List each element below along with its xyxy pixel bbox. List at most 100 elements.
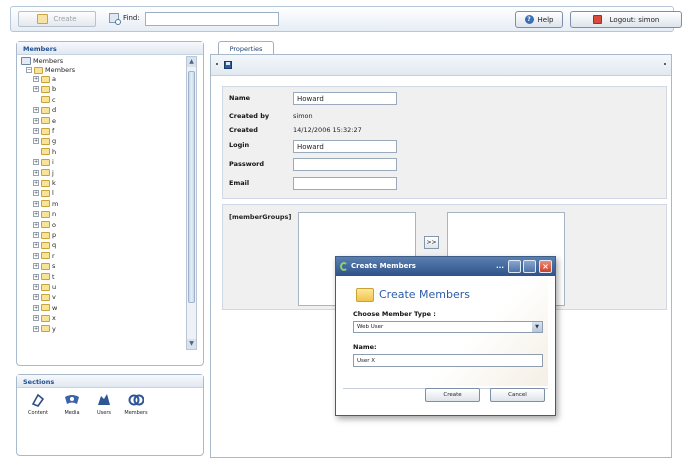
member-name-input[interactable]: User X bbox=[353, 354, 543, 367]
folder-icon bbox=[41, 252, 50, 260]
section-members[interactable]: Members bbox=[121, 393, 151, 416]
create-button[interactable]: Create bbox=[18, 11, 96, 27]
scroll-up-arrow-icon[interactable]: ▲ bbox=[187, 57, 196, 67]
expand-icon[interactable]: + bbox=[33, 252, 39, 259]
expand-icon[interactable]: + bbox=[33, 200, 39, 207]
tree-node-members[interactable]: − Members bbox=[26, 66, 75, 74]
expand-icon[interactable]: + bbox=[33, 232, 39, 238]
member-type-value: Web User bbox=[357, 324, 384, 330]
tree-item-d[interactable]: + d bbox=[33, 106, 56, 114]
tree-item-c[interactable]: c bbox=[33, 96, 56, 104]
tree-item-f[interactable]: + f bbox=[33, 127, 54, 135]
find-input[interactable] bbox=[145, 12, 279, 26]
expand-icon[interactable]: + bbox=[33, 107, 39, 114]
expand-icon[interactable]: + bbox=[33, 221, 39, 228]
tree-item-h[interactable]: h bbox=[33, 148, 56, 156]
tree-item-p[interactable]: + p bbox=[33, 231, 56, 239]
scroll-thumb[interactable] bbox=[188, 71, 195, 303]
tree-item-n[interactable]: + n bbox=[33, 210, 56, 218]
tree-item-a[interactable]: + a bbox=[33, 75, 56, 83]
expand-icon[interactable]: + bbox=[33, 76, 39, 82]
folder-icon bbox=[41, 200, 50, 208]
tree-item-m[interactable]: + m bbox=[33, 200, 58, 208]
expand-icon[interactable]: + bbox=[33, 138, 39, 145]
folder-icon bbox=[41, 273, 50, 281]
tree-item-label: a bbox=[52, 75, 56, 83]
expand-icon[interactable]: + bbox=[33, 263, 39, 270]
move-group-button[interactable]: >> bbox=[424, 236, 439, 249]
minimize-icon[interactable] bbox=[508, 260, 521, 273]
find-label-group: Find: bbox=[109, 13, 140, 25]
chevron-down-icon[interactable]: ▼ bbox=[532, 322, 542, 332]
search-icon bbox=[109, 13, 121, 25]
expand-icon[interactable]: + bbox=[33, 159, 39, 166]
tree-item-i[interactable]: + i bbox=[33, 158, 54, 166]
tree-item-g[interactable]: + g bbox=[33, 137, 56, 145]
expand-icon[interactable]: + bbox=[33, 273, 39, 280]
tree-root[interactable]: Members bbox=[21, 57, 63, 65]
expand-icon[interactable]: + bbox=[33, 86, 39, 93]
name-field[interactable]: Howard bbox=[293, 92, 397, 105]
created-value: 14/12/2006 15:32:27 bbox=[293, 126, 362, 134]
tree-item-k[interactable]: + k bbox=[33, 179, 56, 187]
folder-icon bbox=[41, 96, 50, 104]
email-field[interactable] bbox=[293, 177, 397, 190]
tree-item-e[interactable]: + e bbox=[33, 117, 56, 125]
tree-item-y[interactable]: + y bbox=[33, 325, 56, 333]
login-field[interactable]: Howard bbox=[293, 140, 397, 153]
tree-scrollbar[interactable]: ▲ ▼ bbox=[186, 56, 197, 350]
create-button-dialog[interactable]: Create bbox=[425, 388, 480, 402]
tree-root-label: Members bbox=[33, 57, 64, 65]
tree-item-r[interactable]: + r bbox=[33, 252, 55, 260]
expand-icon[interactable]: + bbox=[33, 304, 39, 311]
tree-item-o[interactable]: + o bbox=[33, 221, 56, 229]
maximize-icon[interactable] bbox=[523, 260, 536, 273]
expand-icon[interactable]: + bbox=[33, 128, 39, 134]
tree-item-u[interactable]: + u bbox=[33, 283, 56, 291]
tree-item-v[interactable]: + v bbox=[33, 293, 56, 301]
member-type-select[interactable]: Web User ▼ bbox=[353, 321, 543, 333]
tree-item-j[interactable]: + j bbox=[33, 169, 54, 177]
tree-item-w[interactable]: + w bbox=[33, 304, 57, 312]
tree-item-label: u bbox=[52, 283, 57, 291]
expand-icon[interactable]: + bbox=[33, 190, 39, 197]
expand-icon[interactable]: + bbox=[33, 294, 39, 301]
tree-item-x[interactable]: + x bbox=[33, 314, 56, 322]
expand-icon[interactable]: + bbox=[33, 180, 39, 186]
close-icon[interactable]: × bbox=[539, 260, 552, 273]
dialog-titlebar[interactable]: Create Members ... × bbox=[336, 257, 555, 276]
section-users[interactable]: Users bbox=[89, 393, 119, 416]
section-media[interactable]: Media bbox=[57, 393, 87, 416]
dialog-menu-dots[interactable]: ... bbox=[496, 262, 504, 270]
section-content[interactable]: Content bbox=[23, 393, 53, 416]
folder-icon bbox=[41, 137, 50, 145]
password-field[interactable] bbox=[293, 158, 397, 171]
expand-icon[interactable]: + bbox=[33, 325, 39, 332]
folder-icon bbox=[41, 304, 50, 312]
save-icon[interactable] bbox=[224, 61, 232, 69]
tree-item-b[interactable]: + b bbox=[33, 85, 56, 93]
folder-icon bbox=[41, 117, 50, 125]
expand-icon[interactable]: + bbox=[33, 211, 39, 218]
toolbar-dot-right bbox=[664, 63, 666, 65]
tab-properties[interactable]: Properties bbox=[218, 41, 274, 55]
logout-button[interactable]: Logout: simon bbox=[570, 11, 682, 28]
scroll-down-arrow-icon[interactable]: ▼ bbox=[187, 339, 196, 349]
top-toolbar: Create Find: ? Help Logout: simon bbox=[10, 6, 682, 32]
tree-item-t[interactable]: + t bbox=[33, 273, 55, 281]
expand-icon[interactable]: + bbox=[33, 242, 39, 249]
properties-toolbar bbox=[211, 55, 671, 76]
expand-icon[interactable]: + bbox=[33, 117, 39, 124]
cancel-button[interactable]: Cancel bbox=[490, 388, 545, 402]
expand-icon[interactable]: + bbox=[33, 169, 39, 176]
tree-item-s[interactable]: + s bbox=[33, 262, 55, 270]
tree-item-label: l bbox=[52, 189, 54, 198]
help-button[interactable]: ? Help bbox=[515, 11, 563, 28]
expand-icon[interactable]: + bbox=[33, 315, 39, 322]
collapse-icon[interactable]: − bbox=[26, 67, 32, 73]
tree-item-l[interactable]: + l bbox=[33, 189, 54, 197]
tree-item-label: f bbox=[52, 127, 55, 135]
tree-item-label: j bbox=[52, 168, 54, 177]
tree-item-q[interactable]: + q bbox=[33, 241, 56, 249]
expand-icon[interactable]: + bbox=[33, 284, 39, 290]
